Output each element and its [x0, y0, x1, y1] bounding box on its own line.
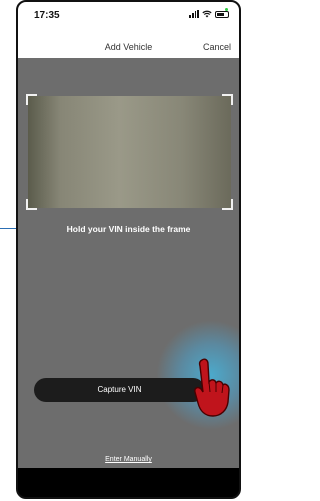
- frame-corner-bottom-right: [222, 199, 233, 210]
- phone-screen: 17:35 Add Vehicle Cancel Hold your VIN i…: [16, 0, 241, 499]
- cellular-signal-icon: [189, 10, 199, 18]
- vin-scan-frame: [26, 94, 233, 210]
- cancel-button[interactable]: Cancel: [203, 42, 231, 52]
- status-time: 17:35: [34, 10, 60, 21]
- frame-corner-top-right: [222, 94, 233, 105]
- enter-manually-link[interactable]: Enter Manually: [18, 456, 239, 463]
- pointing-hand-icon: [194, 358, 230, 417]
- frame-corner-bottom-left: [26, 199, 37, 210]
- battery-icon: [215, 10, 229, 18]
- scan-hint: Hold your VIN inside the frame: [66, 224, 191, 234]
- camera-viewfinder: Hold your VIN inside the frame Capture V…: [18, 58, 239, 468]
- frame-corner-top-left: [26, 94, 37, 105]
- bottom-bar: [18, 468, 239, 497]
- top-bar: 17:35 Add Vehicle Cancel: [18, 2, 239, 58]
- capture-vin-button[interactable]: Capture VIN: [34, 378, 205, 402]
- wifi-icon: [202, 10, 212, 18]
- status-icons: [189, 10, 229, 18]
